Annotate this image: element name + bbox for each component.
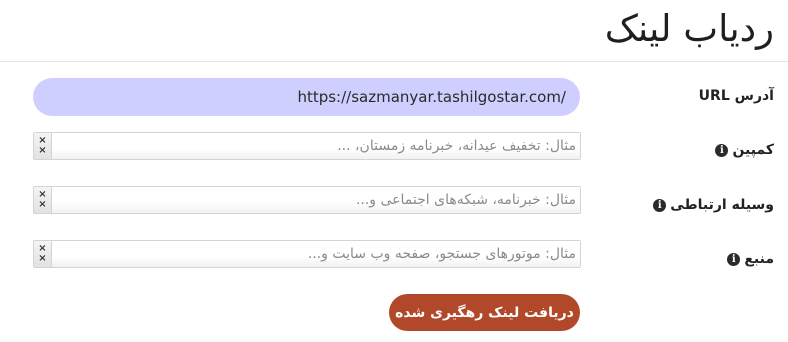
- medium-label: وسیله ارتباطی i: [653, 193, 774, 217]
- source-label: منبع i: [727, 247, 774, 271]
- url-label: آدرس URL: [699, 84, 774, 108]
- medium-field: × ×: [33, 186, 581, 214]
- source-label-text: منبع: [744, 251, 774, 267]
- campaign-input[interactable]: [52, 133, 580, 159]
- source-field: × ×: [33, 240, 581, 268]
- get-tracked-link-button[interactable]: دریافت لینک رهگیری شده: [389, 294, 580, 331]
- medium-label-text: وسیله ارتباطی: [670, 197, 774, 213]
- campaign-label: کمپین i: [715, 138, 774, 162]
- clear-x-icon: ×: [38, 253, 47, 264]
- title-divider: [0, 61, 788, 62]
- source-input[interactable]: [52, 241, 580, 267]
- clear-medium-button[interactable]: × ×: [34, 187, 52, 213]
- clear-source-button[interactable]: × ×: [34, 241, 52, 267]
- url-field[interactable]: https://sazmanyar.tashilgostar.com/: [33, 78, 580, 116]
- campaign-label-text: کمپین: [732, 142, 774, 158]
- url-label-text: آدرس URL: [698, 88, 774, 104]
- info-icon[interactable]: i: [715, 143, 729, 157]
- medium-input[interactable]: [52, 187, 580, 213]
- info-icon[interactable]: i: [653, 198, 667, 212]
- info-icon[interactable]: i: [727, 252, 741, 266]
- clear-campaign-button[interactable]: × ×: [34, 133, 52, 159]
- clear-x-icon: ×: [38, 199, 47, 210]
- clear-x-icon: ×: [38, 145, 47, 156]
- page-title: ردیاب لینک: [604, 7, 774, 50]
- campaign-field: × ×: [33, 132, 581, 160]
